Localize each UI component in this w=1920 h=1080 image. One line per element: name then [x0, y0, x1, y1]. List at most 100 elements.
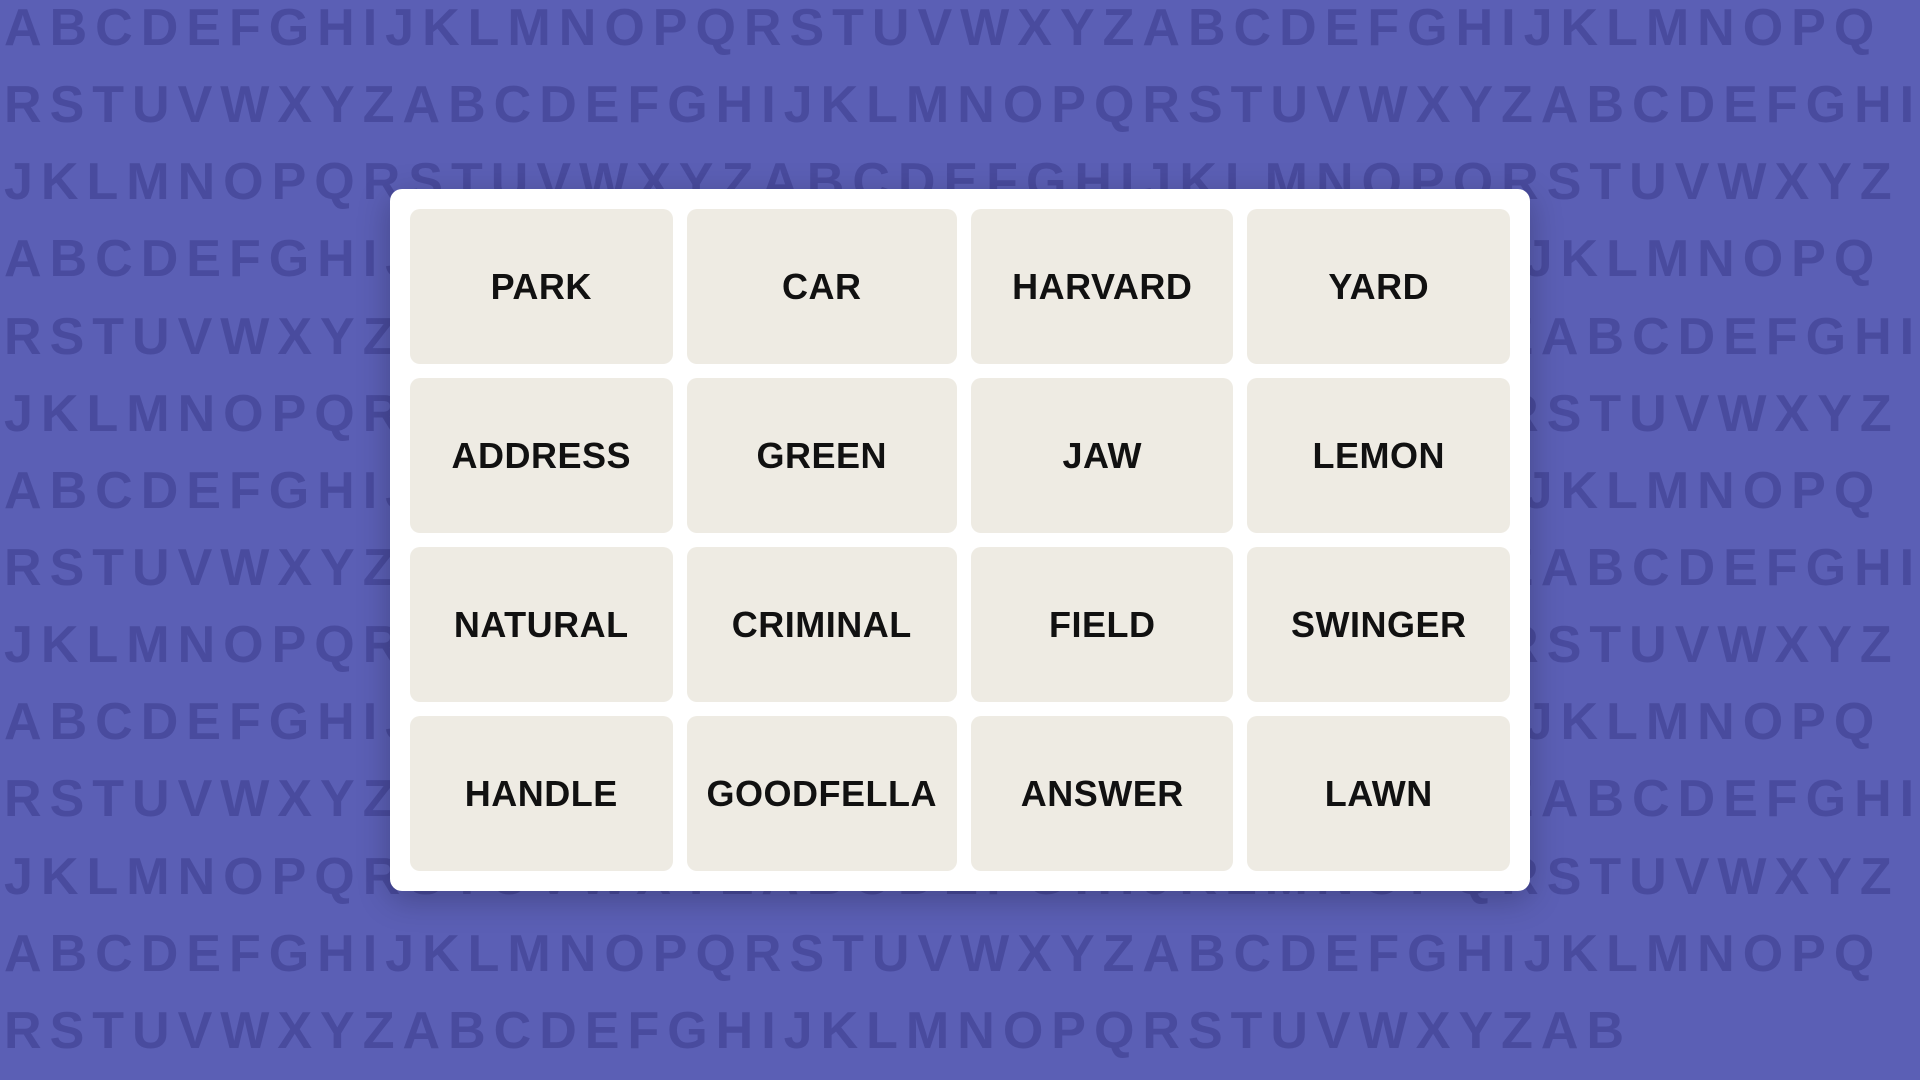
bg-letter: X	[1771, 154, 1814, 231]
bg-letter: I	[1896, 77, 1918, 154]
bg-letter: F	[225, 694, 265, 771]
bg-letter: T	[1585, 154, 1625, 231]
bg-letter: N	[174, 617, 220, 694]
cell-criminal[interactable]: CRIMINAL	[687, 547, 957, 702]
bg-letter: C	[1230, 0, 1276, 77]
bg-letter: Z	[359, 77, 399, 154]
cell-swinger[interactable]: SWINGER	[1247, 547, 1510, 702]
bg-letter: B	[1582, 1003, 1628, 1080]
bg-letter: Y	[316, 771, 359, 848]
bg-letter: I	[359, 926, 381, 1003]
bg-letter: A	[1537, 1003, 1583, 1080]
bg-letter: U	[1625, 849, 1671, 926]
bg-letter: S	[1543, 849, 1586, 926]
bg-letter: B	[1184, 0, 1230, 77]
bg-letter: Q	[1830, 463, 1878, 540]
bg-letter: P	[649, 926, 692, 1003]
bg-letter: B	[444, 77, 490, 154]
bg-letter: W	[956, 926, 1013, 1003]
bg-letter: F	[1363, 926, 1403, 1003]
cell-jaw[interactable]: JAW	[971, 378, 1234, 533]
bg-letter: Q	[310, 617, 358, 694]
cell-green[interactable]: GREEN	[687, 378, 957, 533]
cell-label-yard: YARD	[1328, 266, 1429, 308]
bg-letter: G	[663, 1003, 711, 1080]
bg-letter: A	[399, 77, 445, 154]
bg-letter: X	[1412, 77, 1455, 154]
cell-label-goodfella: GOODFELLA	[707, 773, 937, 815]
bg-letter: W	[216, 771, 273, 848]
bg-letter: Y	[1454, 77, 1497, 154]
bg-letter: Y	[1056, 926, 1099, 1003]
bg-letter: Y	[1056, 0, 1099, 77]
bg-letter: G	[265, 463, 313, 540]
bg-letter: E	[182, 926, 225, 1003]
bg-letter: Z	[1856, 849, 1896, 926]
cell-park[interactable]: PARK	[410, 209, 673, 364]
bg-letter: K	[418, 0, 464, 77]
bg-letter: C	[1628, 309, 1674, 386]
bg-letter: A	[0, 694, 46, 771]
bg-letter: L	[1602, 926, 1642, 1003]
cell-natural[interactable]: NATURAL	[410, 547, 673, 702]
bg-letter: E	[182, 463, 225, 540]
bg-letter: C	[91, 926, 137, 1003]
bg-letter: K	[1557, 231, 1603, 308]
cell-field[interactable]: FIELD	[971, 547, 1234, 702]
bg-letter: T	[1227, 1003, 1267, 1080]
cell-lemon[interactable]: LEMON	[1247, 378, 1510, 533]
bg-letter: Z	[1856, 154, 1896, 231]
bg-letter: U	[128, 309, 174, 386]
bg-letter: K	[1557, 926, 1603, 1003]
bg-letter: G	[265, 694, 313, 771]
bg-letter: Y	[1813, 849, 1856, 926]
bg-letter: Y	[316, 77, 359, 154]
cell-handle[interactable]: HANDLE	[410, 716, 673, 871]
bg-letter: V	[174, 1003, 217, 1080]
bg-letter: P	[1787, 0, 1830, 77]
bg-letter: V	[1671, 386, 1714, 463]
bg-letter: S	[785, 0, 828, 77]
bg-letter: S	[1184, 77, 1227, 154]
cell-answer[interactable]: ANSWER	[971, 716, 1234, 871]
bg-letter: E	[1719, 540, 1762, 617]
cell-yard[interactable]: YARD	[1247, 209, 1510, 364]
bg-letter: N	[1693, 694, 1739, 771]
bg-letter: Q	[310, 386, 358, 463]
bg-letter: R	[0, 771, 46, 848]
bg-letter: U	[128, 771, 174, 848]
cell-address[interactable]: ADDRESS	[410, 378, 673, 533]
bg-letter: H	[1850, 309, 1896, 386]
bg-letter: V	[1671, 617, 1714, 694]
cell-goodfella[interactable]: GOODFELLA	[687, 716, 957, 871]
bg-letter: Q	[1830, 0, 1878, 77]
bg-letter: O	[1739, 0, 1787, 77]
bg-letter: X	[1771, 617, 1814, 694]
bg-letter: K	[37, 617, 83, 694]
bg-letter: A	[0, 926, 46, 1003]
bg-letter: D	[137, 926, 183, 1003]
bg-letter: X	[273, 1003, 316, 1080]
bg-letter: F	[1363, 0, 1403, 77]
bg-letter: N	[174, 849, 220, 926]
bg-letter: W	[216, 77, 273, 154]
cell-label-lemon: LEMON	[1312, 435, 1445, 477]
bg-letter: F	[225, 926, 265, 1003]
bg-letter: M	[1642, 0, 1693, 77]
bg-letter: V	[1312, 1003, 1355, 1080]
bg-letter: Q	[1830, 926, 1878, 1003]
bg-letter: L	[82, 154, 122, 231]
bg-letter: R	[740, 0, 786, 77]
bg-letter: B	[46, 231, 92, 308]
bg-letter: D	[137, 463, 183, 540]
cell-lawn[interactable]: LAWN	[1247, 716, 1510, 871]
bg-letter: J	[1520, 0, 1557, 77]
bg-letter: E	[182, 0, 225, 77]
cell-harvard[interactable]: HARVARD	[971, 209, 1234, 364]
bg-letter: Y	[316, 540, 359, 617]
bg-letter: C	[91, 463, 137, 540]
bg-letter: T	[828, 0, 868, 77]
cell-car[interactable]: CAR	[687, 209, 957, 364]
bg-letter: A	[399, 1003, 445, 1080]
bg-letter: S	[1543, 617, 1586, 694]
